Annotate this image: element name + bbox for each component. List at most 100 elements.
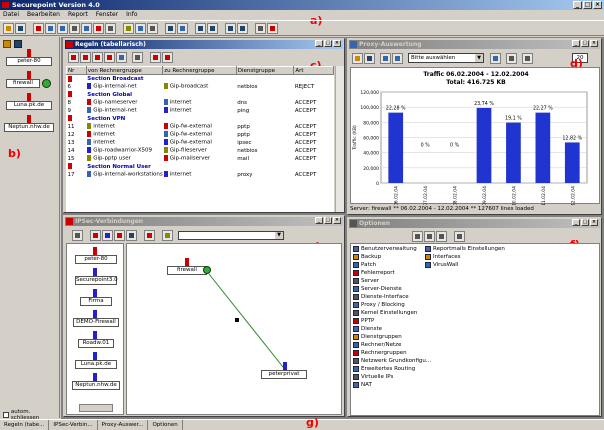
rules-icon[interactable] xyxy=(93,23,104,34)
nat-icon[interactable] xyxy=(105,23,116,34)
ipsec-node[interactable]: Securepoint3.0 xyxy=(75,276,118,285)
option-item[interactable]: Dienste-Interface xyxy=(353,293,433,301)
minimize-button[interactable]: _ xyxy=(572,40,580,47)
services-icon[interactable] xyxy=(81,23,92,34)
sidebar-node-neptun[interactable]: Neptun.nhw.de xyxy=(4,123,54,132)
edit-rule-icon[interactable] xyxy=(80,52,91,63)
copy-rule-icon[interactable] xyxy=(92,52,103,63)
menu-fenster[interactable]: Fenster xyxy=(96,10,118,20)
monitor-icon[interactable] xyxy=(177,23,188,34)
option-item[interactable]: Rechner/Netze xyxy=(353,341,433,349)
option-item[interactable]: Virtuelle IPs xyxy=(353,373,433,381)
filter-icon[interactable] xyxy=(506,53,517,64)
section-row[interactable]: Section Normal User xyxy=(66,162,334,171)
report-icon[interactable] xyxy=(135,23,146,34)
maximize-button[interactable]: □ xyxy=(581,40,589,47)
option-item[interactable]: Server xyxy=(353,277,433,285)
menu-info[interactable]: Info xyxy=(126,10,137,20)
graph-node-firewall[interactable]: firewall xyxy=(167,266,207,275)
chevron-down-icon[interactable]: ▼ xyxy=(275,232,283,239)
small-icons-icon[interactable] xyxy=(424,231,435,242)
users-icon[interactable] xyxy=(69,23,80,34)
section-icon[interactable] xyxy=(150,52,161,63)
table-row[interactable]: 12 internet Gip-fw-external pptp ACCEPT xyxy=(66,130,334,139)
report-select[interactable]: Bitte auswählen ▼ xyxy=(408,53,484,63)
open-icon[interactable] xyxy=(352,53,363,64)
option-item[interactable]: Reportmails Einstellungen xyxy=(425,245,515,253)
table-row[interactable]: 11 internet Gip-fw-external pptp ACCEPT xyxy=(66,122,334,131)
window-tile-vertical-icon[interactable] xyxy=(225,23,236,34)
ipsec-node[interactable]: Roadw.01 xyxy=(78,339,114,348)
section-row[interactable]: Section Broadcast xyxy=(66,74,334,83)
ipsec-node[interactable]: DEMO-Firewall xyxy=(73,318,119,327)
chart-icon[interactable] xyxy=(380,53,391,64)
folder-icon[interactable] xyxy=(3,40,11,48)
add-connection-icon[interactable] xyxy=(90,230,101,241)
add-rule-icon[interactable] xyxy=(68,52,79,63)
list-view-icon[interactable] xyxy=(436,231,447,242)
column-header[interactable]: von Rechnergruppe xyxy=(85,66,164,75)
maximize-button[interactable]: □ xyxy=(583,1,592,9)
minimize-button[interactable]: _ xyxy=(315,40,323,47)
table-row[interactable]: 15 Gip-pptp user Gip-mailserver mail ACCEPT xyxy=(66,154,334,163)
table-row[interactable]: 6 Gip-internal-net Gip-broadcast netbios REJ… xyxy=(66,82,334,91)
hosts-icon[interactable] xyxy=(57,23,68,34)
exit-icon[interactable] xyxy=(267,23,278,34)
move-rule-icon[interactable] xyxy=(116,52,127,63)
delete-icon[interactable] xyxy=(144,230,155,241)
minimize-button[interactable]: _ xyxy=(573,1,582,9)
ipsec-node[interactable]: Firma xyxy=(80,297,112,306)
open-icon[interactable] xyxy=(3,23,14,34)
close-button[interactable]: × xyxy=(333,217,341,224)
taskbar-rules[interactable]: Regeln (tabe... xyxy=(0,420,50,430)
table-row[interactable]: 9 Gip-internal-net internet ping ACCEPT xyxy=(66,106,334,115)
options-icon[interactable] xyxy=(147,23,158,34)
table-row[interactable]: 17 Gip-internal-workstations internet proxy… xyxy=(66,170,334,179)
sidebar-node-luna[interactable]: Luna.pk.de xyxy=(6,101,52,110)
key-icon[interactable] xyxy=(123,23,134,34)
save-icon[interactable] xyxy=(126,230,137,241)
settings-icon[interactable] xyxy=(165,23,176,34)
option-item[interactable]: Fehlerreport xyxy=(353,269,433,277)
autoclose-checkbox[interactable] xyxy=(3,412,9,418)
option-item[interactable]: Benutzerverwaltung xyxy=(353,245,433,253)
option-item[interactable]: Erweitertes Routing xyxy=(353,365,433,373)
rules-scrollbar[interactable] xyxy=(335,66,344,212)
ipsec-list-scrollbar[interactable] xyxy=(79,404,113,412)
table-row[interactable]: 13 internet Gip-fw-external ipsec ACCEPT xyxy=(66,138,334,147)
option-item[interactable]: Interfaces xyxy=(425,253,515,261)
option-item[interactable]: Dienstgruppen xyxy=(353,333,433,341)
option-item[interactable]: Proxy / Blocking xyxy=(353,301,433,309)
option-item[interactable]: Patch xyxy=(353,261,433,269)
print-icon[interactable] xyxy=(72,230,83,241)
chevron-down-icon[interactable]: ▼ xyxy=(475,54,483,62)
close-button[interactable]: × xyxy=(593,1,602,9)
maximize-button[interactable]: □ xyxy=(324,40,332,47)
close-button[interactable]: × xyxy=(590,219,598,226)
option-item[interactable]: Netzwerk Grundkonfigu... xyxy=(353,357,433,365)
save-icon[interactable] xyxy=(364,53,375,64)
sidebar-node-peter[interactable]: peter-80 xyxy=(6,57,52,66)
ipsec-node[interactable]: Neptun.nhw.de xyxy=(72,381,120,390)
option-item[interactable]: Backup xyxy=(353,253,433,261)
option-item[interactable]: Dienste xyxy=(353,325,433,333)
column-header[interactable]: Art xyxy=(293,66,334,75)
maximize-button[interactable]: □ xyxy=(324,217,332,224)
option-item[interactable]: PPTP xyxy=(353,317,433,325)
menu-bearbeiten[interactable]: Bearbeiten xyxy=(27,10,60,20)
section-row[interactable]: Section Global xyxy=(66,90,334,99)
view-icon[interactable] xyxy=(490,53,501,64)
taskbar-proxy[interactable]: Proxy-Auswer... xyxy=(98,420,149,430)
delete-rule-icon[interactable] xyxy=(104,52,115,63)
taskbar-options[interactable]: Optionen xyxy=(148,420,183,430)
ipsec-node[interactable]: peter-80 xyxy=(75,255,117,264)
maximize-button[interactable]: □ xyxy=(581,219,589,226)
menu-report[interactable]: Report xyxy=(68,10,88,20)
column-header[interactable]: Dienstgruppe xyxy=(235,66,295,75)
option-item[interactable]: Kernel Einstellungen xyxy=(353,309,433,317)
taskbar-ipsec[interactable]: IPSec-Verbin... xyxy=(49,420,98,430)
option-item[interactable]: VirusWall xyxy=(425,261,515,269)
network-icon[interactable] xyxy=(45,23,56,34)
key-icon[interactable] xyxy=(162,230,173,241)
minimize-button[interactable]: _ xyxy=(572,219,580,226)
